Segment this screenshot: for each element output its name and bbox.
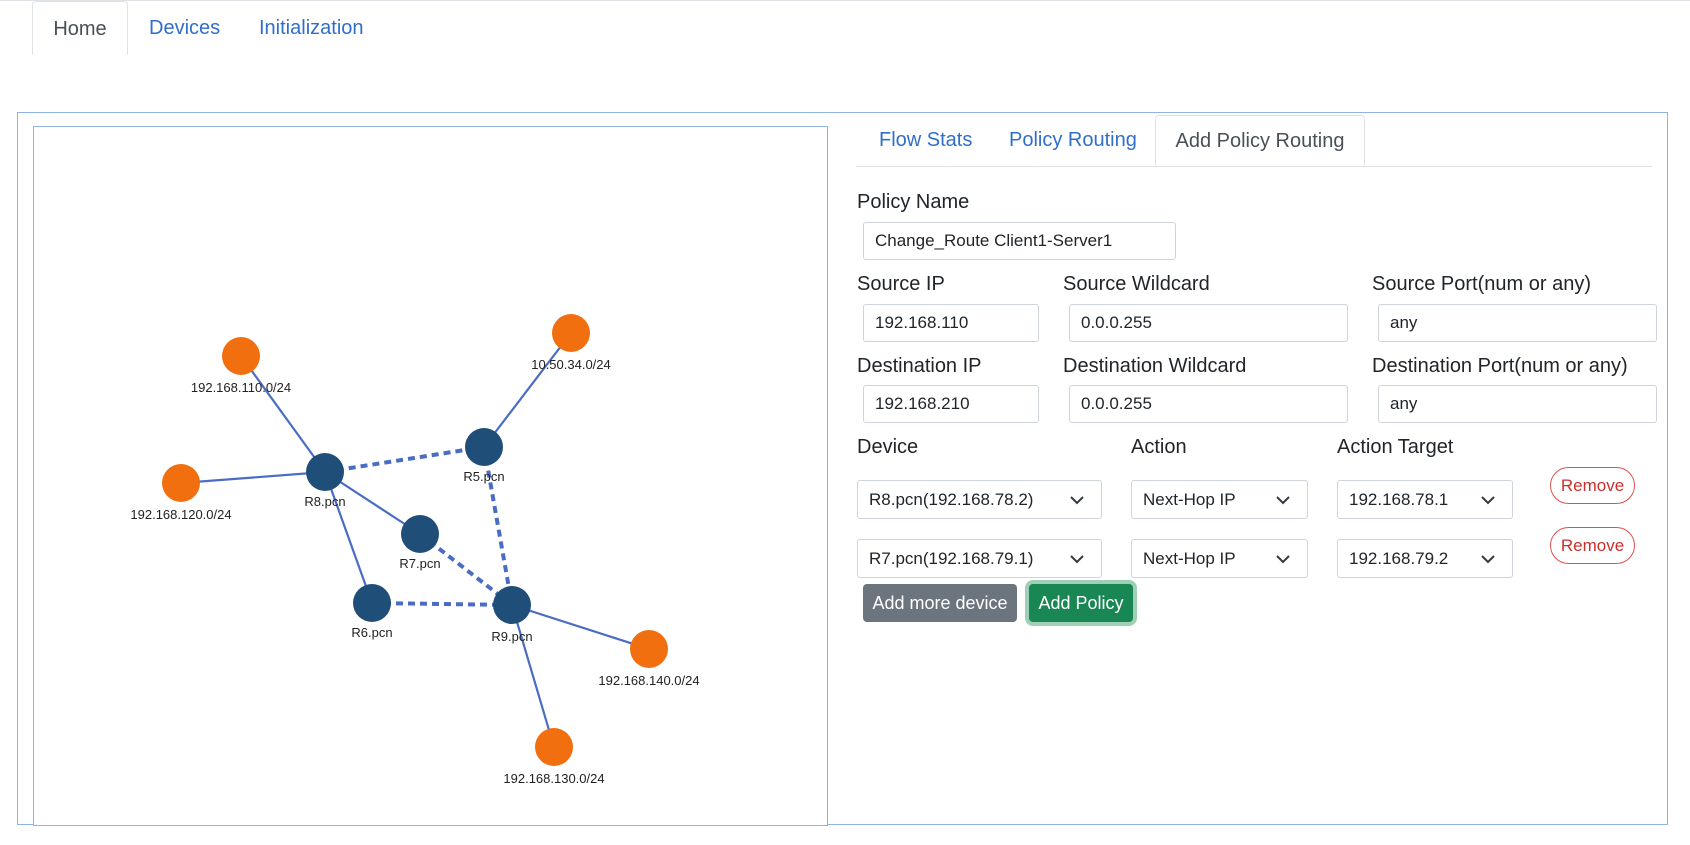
router-circle[interactable] xyxy=(353,584,391,622)
action-select-value: Next-Hop IP xyxy=(1143,549,1236,568)
main-nav: Home Devices Initialization xyxy=(32,1,1672,55)
dest-wildcard-input[interactable] xyxy=(1069,385,1348,423)
link-S110-R8 xyxy=(240,355,326,473)
action-target-column-label: Action Target xyxy=(1337,436,1454,458)
router-circle[interactable] xyxy=(306,453,344,491)
dest-port-input[interactable] xyxy=(1378,385,1657,423)
node-label: R8.pcn xyxy=(304,494,345,509)
link-R8-R6 xyxy=(323,471,374,604)
subnet-circle[interactable] xyxy=(535,728,573,766)
tab-policy-routing[interactable]: Policy Routing xyxy=(1009,115,1137,166)
action-target-select[interactable]: 192.168.78.1 xyxy=(1337,480,1513,519)
node-label: R9.pcn xyxy=(491,629,532,644)
node-label: 192.168.140.0/24 xyxy=(598,673,699,688)
action-select[interactable]: Next-Hop IP xyxy=(1131,480,1308,519)
link-S120-R8 xyxy=(180,470,326,485)
remove-button[interactable]: Remove xyxy=(1550,467,1635,504)
tab-initialization[interactable]: Initialization xyxy=(259,1,364,55)
source-ip-label: Source IP xyxy=(857,273,945,295)
subnet-circle[interactable] xyxy=(552,314,590,352)
node-label: R5.pcn xyxy=(463,469,504,484)
subnet-node-S110[interactable]: 192.168.110.0/24 xyxy=(191,337,291,395)
action-target-select-value: 192.168.78.1 xyxy=(1349,490,1449,509)
source-ip-input[interactable] xyxy=(863,304,1039,342)
chevron-down-icon xyxy=(1276,496,1290,505)
subnet-node-S120[interactable]: 192.168.120.0/24 xyxy=(130,464,232,522)
topology-graph[interactable]: R8.pcn R5.pcn R7.pcn R6.pcn R9.pcn 192.168.11… xyxy=(33,126,828,826)
node-label: 192.168.110.0/24 xyxy=(191,380,291,395)
tab-devices[interactable]: Devices xyxy=(149,1,220,55)
tab-add-policy-routing[interactable]: Add Policy Routing xyxy=(1155,115,1365,166)
action-select-value: Next-Hop IP xyxy=(1143,490,1236,509)
router-node-R7[interactable]: R7.pcn xyxy=(399,515,441,571)
device-select[interactable]: R7.pcn(192.168.79.1) xyxy=(857,539,1102,578)
panel-tabs: Flow Stats Policy Routing Add Policy Rou… xyxy=(856,115,1652,167)
link-R8-R5 xyxy=(324,445,485,474)
device-select-value: R7.pcn(192.168.79.1) xyxy=(869,549,1034,568)
dest-ip-label: Destination IP xyxy=(857,355,982,377)
action-column-label: Action xyxy=(1131,436,1187,458)
device-select[interactable]: R8.pcn(192.168.78.2) xyxy=(857,480,1102,519)
device-column-label: Device xyxy=(857,436,919,458)
node-label: R7.pcn xyxy=(399,556,440,571)
router-circle[interactable] xyxy=(401,515,439,553)
router-node-R5[interactable]: R5.pcn xyxy=(463,428,505,484)
subnet-circle[interactable] xyxy=(162,464,200,502)
policy-name-input[interactable] xyxy=(863,222,1176,260)
policy-name-label: Policy Name xyxy=(857,191,970,213)
device-select-value: R8.pcn(192.168.78.2) xyxy=(869,490,1034,509)
topology-nodes: R8.pcn R5.pcn R7.pcn R6.pcn R9.pcn 192.168.11… xyxy=(130,314,700,786)
router-circle[interactable] xyxy=(465,428,503,466)
chevron-down-icon xyxy=(1481,496,1495,505)
source-port-label: Source Port(num or any) xyxy=(1372,273,1591,295)
dest-wildcard-label: Destination Wildcard xyxy=(1063,355,1247,377)
link-S10-R5 xyxy=(483,332,572,448)
node-label: 192.168.120.0/24 xyxy=(130,507,231,522)
router-node-R9[interactable]: R9.pcn xyxy=(491,586,533,644)
router-node-R6[interactable]: R6.pcn xyxy=(351,584,393,640)
chevron-down-icon xyxy=(1070,496,1084,505)
action-target-select[interactable]: 192.168.79.2 xyxy=(1337,539,1513,578)
chevron-down-icon xyxy=(1276,555,1290,564)
add-policy-button[interactable]: Add Policy xyxy=(1029,584,1133,622)
subnet-node-S10[interactable]: 10.50.34.0/24 xyxy=(531,314,611,372)
link-R6-R9 xyxy=(371,601,513,607)
router-circle[interactable] xyxy=(493,586,531,624)
remove-button[interactable]: Remove xyxy=(1550,527,1635,564)
link-R9-S130 xyxy=(510,604,556,748)
action-select[interactable]: Next-Hop IP xyxy=(1131,539,1308,578)
source-wildcard-label: Source Wildcard xyxy=(1063,273,1210,295)
source-port-input[interactable] xyxy=(1378,304,1657,342)
node-label: 10.50.34.0/24 xyxy=(531,357,611,372)
node-label: R6.pcn xyxy=(351,625,392,640)
tab-flow-stats[interactable]: Flow Stats xyxy=(879,115,972,166)
add-more-device-button[interactable]: Add more device xyxy=(863,584,1017,622)
chevron-down-icon xyxy=(1070,555,1084,564)
subnet-circle[interactable] xyxy=(630,630,668,668)
source-wildcard-input[interactable] xyxy=(1069,304,1348,342)
subnet-node-S130[interactable]: 192.168.130.0/24 xyxy=(503,728,605,786)
chevron-down-icon xyxy=(1481,555,1495,564)
action-target-select-value: 192.168.79.2 xyxy=(1349,549,1449,568)
tab-home[interactable]: Home xyxy=(32,1,128,55)
dest-port-label: Destination Port(num or any) xyxy=(1372,355,1628,377)
node-label: 192.168.130.0/24 xyxy=(503,771,604,786)
topology-svg[interactable]: R8.pcn R5.pcn R7.pcn R6.pcn R9.pcn 192.168.11… xyxy=(34,127,827,825)
subnet-circle[interactable] xyxy=(222,337,260,375)
router-node-R8[interactable]: R8.pcn xyxy=(304,453,346,509)
dest-ip-input[interactable] xyxy=(863,385,1039,423)
